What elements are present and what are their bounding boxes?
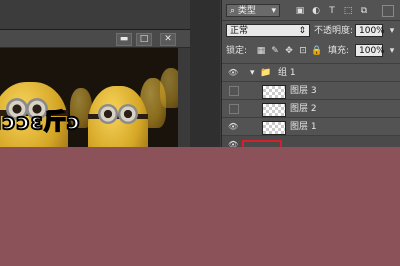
layers-panel: ⌕ 类型 ▾ ▣ ◐ T ⬚ ⧉ 正常 ⇕ 不透明度: 100% ▾ 锁定: ▦…: [221, 0, 400, 147]
layer-name: 图层 3: [290, 86, 317, 96]
stepper-icon: ⇕: [298, 26, 306, 36]
layer-filter-row: ⌕ 类型 ▾ ▣ ◐ T ⬚ ⧉: [222, 3, 400, 19]
layer-thumbnail: [262, 85, 286, 99]
divider: [222, 20, 400, 21]
fill-label: 填充:: [328, 46, 350, 56]
search-icon: ⌕: [230, 6, 236, 16]
adjustment-filter-icon[interactable]: ◐: [310, 5, 322, 17]
goggle-right: [118, 104, 138, 124]
layer-name: 图层 1: [290, 122, 317, 132]
minimize-button[interactable]: ▬: [116, 33, 132, 46]
lock-transparent-icon[interactable]: ▦: [255, 45, 267, 57]
smart-object-filter-icon[interactable]: ⧉: [358, 5, 370, 17]
fill-input[interactable]: 100%: [355, 44, 385, 57]
layer-thumbnail: [262, 103, 286, 117]
photoshop-workspace: ▬ □ ✕ ıɔɔɛ⽄ɔ ⌕ 类型 ▾ ▣ ◐ T ⬚ ⧉ 正常 ⇕ 不透明度:…: [0, 0, 400, 147]
chevron-down-icon[interactable]: ▾: [386, 25, 398, 37]
lock-position-icon[interactable]: ✥: [283, 45, 295, 57]
folder-icon: 📁: [260, 68, 272, 78]
visibility-eye-icon[interactable]: 👁: [228, 68, 238, 78]
close-button[interactable]: ✕: [160, 33, 176, 46]
lock-image-icon[interactable]: ✎: [269, 45, 281, 57]
workspace-gap: [190, 0, 220, 147]
layer-row[interactable]: 图层 2: [222, 99, 400, 118]
blend-mode-dropdown[interactable]: 正常 ⇕: [226, 24, 310, 37]
chevron-down-icon: ▾: [271, 6, 276, 16]
layer-thumbnail: [262, 121, 286, 135]
layer-name: 组 1: [278, 68, 296, 78]
lock-artboard-icon[interactable]: ⊡: [297, 45, 309, 57]
expand-chevron-icon[interactable]: ▾: [250, 67, 255, 79]
layer-group-row[interactable]: 👁 ▾ 📁 组 1: [222, 63, 400, 82]
filter-toggle-icon[interactable]: [382, 5, 394, 17]
meme-caption: ıɔɔɛ⽄ɔ: [0, 109, 81, 136]
layer-row[interactable]: 图层 3: [222, 81, 400, 100]
vertical-scrollbar[interactable]: [178, 48, 190, 147]
chevron-down-icon[interactable]: ▾: [386, 45, 398, 57]
type-filter-icon[interactable]: T: [326, 5, 338, 17]
selection-highlight: [242, 140, 282, 147]
opacity-input[interactable]: 100%: [355, 24, 385, 37]
visibility-toggle[interactable]: [229, 104, 239, 114]
maximize-button[interactable]: □: [136, 33, 152, 46]
document-titlebar[interactable]: ▬ □ ✕: [0, 30, 190, 48]
visibility-toggle[interactable]: [229, 86, 239, 96]
opacity-label: 不透明度:: [314, 26, 354, 36]
lock-label: 锁定:: [226, 46, 248, 56]
shape-filter-icon[interactable]: ⬚: [342, 5, 354, 17]
image-filter-icon[interactable]: ▣: [294, 5, 306, 17]
visibility-eye-icon[interactable]: 👁: [228, 122, 238, 132]
layer-row[interactable]: 👁 图层 1: [222, 117, 400, 136]
background-minion: [160, 68, 178, 108]
layer-name: 图层 2: [290, 104, 317, 114]
overlay-block: [0, 147, 400, 266]
goggle-left: [98, 104, 118, 124]
filter-kind-dropdown[interactable]: ⌕ 类型 ▾: [226, 4, 280, 17]
lock-all-icon[interactable]: 🔒: [311, 45, 323, 57]
visibility-eye-icon[interactable]: 👁: [228, 140, 238, 147]
